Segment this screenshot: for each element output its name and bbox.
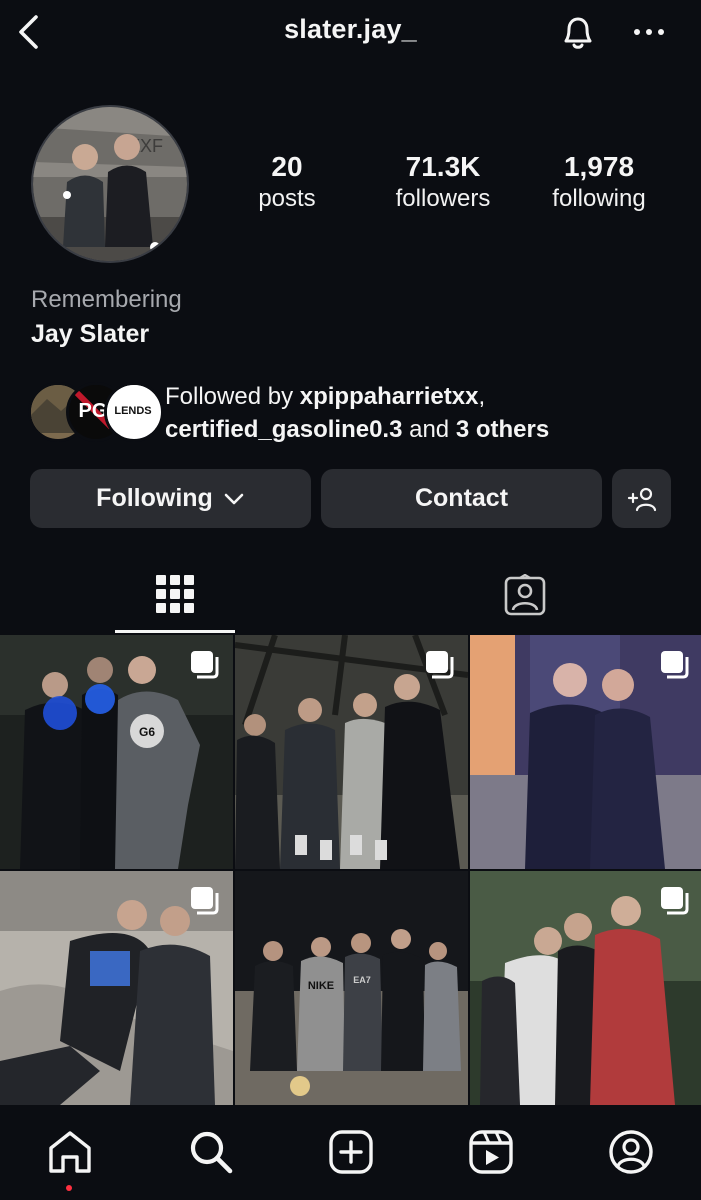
mutual-avatars[interactable]: PG LENDS [28,382,164,442]
multiple-posts-icon [661,651,689,679]
contact-label: Contact [414,484,509,512]
bio-name: Jay Slater [31,320,150,348]
bell-icon[interactable] [556,10,600,54]
search-icon[interactable] [187,1128,235,1176]
followed-prefix: Followed by [165,383,300,410]
posts-count: 20 posts [212,150,362,214]
more-icon[interactable] [630,20,670,44]
followed-user-1[interactable]: xpippaharrietxx [300,383,479,410]
create-icon[interactable] [327,1128,375,1176]
suggested-users-button[interactable] [612,469,671,528]
post-thumbnail[interactable]: G6 [0,635,233,869]
stat-value: 71.3K [405,151,481,182]
following-label: Following [96,484,213,512]
post-thumbnail[interactable] [470,871,701,1105]
post-thumbnail[interactable] [235,635,468,869]
followed-sep: , [478,383,486,410]
stat-value: 1,978 [563,151,635,182]
following-button[interactable]: Following [30,469,311,528]
multiple-posts-icon [191,651,219,679]
tab-tagged[interactable] [465,560,585,634]
post-thumbnail[interactable] [470,635,701,869]
followed-by-text[interactable]: Followed by xpippaharrietxx, certified_ga… [165,380,685,446]
followed-others[interactable]: 3 others [456,416,549,443]
profile-avatar[interactable]: XXF [31,105,189,263]
followed-and: and [402,416,456,443]
followers-count[interactable]: 71.3K followers [368,150,518,214]
top-bar: slater.jay_ [0,0,701,66]
post-thumbnail[interactable]: NIKE EA7 [235,871,468,1105]
notification-dot [66,1185,72,1191]
post-shirt-text: NIKE [308,980,334,992]
home-icon[interactable] [46,1128,94,1176]
stat-label: posts [258,185,316,212]
reels-icon[interactable] [467,1128,515,1176]
profile-tabs [0,560,701,634]
grid-icon [156,575,194,613]
stat-label: following [552,185,646,212]
mutual-avatar-text: LENDS [114,405,151,417]
chevron-down-icon [224,493,244,504]
profile-icon[interactable] [607,1128,655,1176]
post-thumbnail[interactable] [0,871,233,1105]
multiple-posts-icon [191,887,219,915]
post-ball-text: G6 [139,725,155,739]
multiple-posts-icon [661,887,689,915]
multiple-posts-icon [426,651,454,679]
post-shirt2-text: EA7 [353,975,371,985]
following-count[interactable]: 1,978 following [524,150,674,214]
stat-value: 20 [271,151,303,182]
active-tab-indicator [115,630,235,633]
stat-label: followers [395,185,491,212]
tab-posts-grid[interactable] [115,560,235,634]
bio-category: Remembering [31,286,182,313]
contact-button[interactable]: Contact [321,469,602,528]
followed-user-2[interactable]: certified_gasoline0.3 [165,416,402,443]
tagged-icon [504,574,546,616]
bottom-nav [0,1110,701,1200]
mutual-avatar: LENDS [104,382,164,442]
add-person-icon [627,487,656,511]
posts-grid: G6 NIKE EA7 [0,635,701,1105]
